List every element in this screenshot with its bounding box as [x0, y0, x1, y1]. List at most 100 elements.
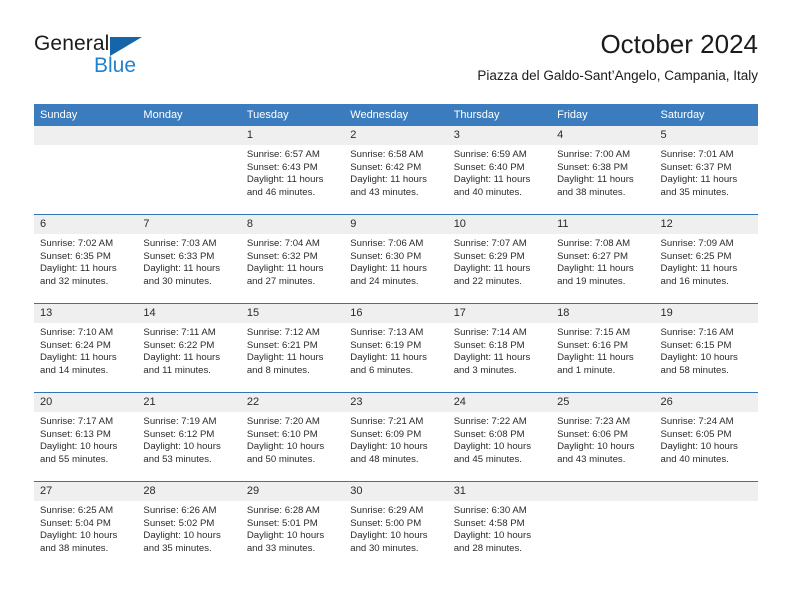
sunset-text: Sunset: 5:01 PM [246, 517, 318, 529]
day-cell-inner: 24 Sunrise: 7:22 AM Sunset: 6:08 PM Dayligh… [447, 393, 552, 481]
day-cell[interactable]: 10 Sunrise: 7:07 AM Sunset: 6:29 PM Dayligh… [447, 214, 552, 304]
sunset-text: Sunset: 6:13 PM [40, 428, 111, 440]
day-cell-empty [551, 481, 655, 570]
day-cell[interactable]: 14 Sunrise: 7:11 AM Sunset: 6:22 PM Dayligh… [137, 303, 241, 393]
weekday-header-wednesday: Wednesday [344, 104, 448, 126]
sunrise-text: Sunrise: 7:06 AM [350, 238, 424, 249]
sunrise-text: Sunrise: 7:07 AM [453, 238, 527, 249]
day-cell[interactable]: 4 Sunrise: 7:00 AM Sunset: 6:38 PM Daylight… [551, 126, 655, 215]
day-cell-inner: 25 Sunrise: 7:23 AM Sunset: 6:06 PM Dayligh… [551, 393, 655, 481]
day-cell-inner: 29 Sunrise: 6:28 AM Sunset: 5:01 PM Dayligh… [240, 482, 345, 570]
day-cell[interactable]: 29 Sunrise: 6:28 AM Sunset: 5:01 PM Dayligh… [240, 481, 345, 570]
sunrise-text: Sunrise: 7:11 AM [143, 327, 216, 338]
day-cell[interactable]: 23 Sunrise: 7:21 AM Sunset: 6:09 PM Dayligh… [344, 392, 448, 482]
weekday-header-friday: Friday [551, 104, 655, 126]
day-details: Sunrise: 7:22 AM Sunset: 6:08 PM Daylight:… [448, 412, 551, 466]
day-number: 12 [654, 215, 758, 234]
day-cell[interactable]: 21 Sunrise: 7:19 AM Sunset: 6:12 PM Dayligh… [137, 392, 241, 482]
sunset-text: Sunset: 6:09 PM [350, 428, 422, 440]
day-cell[interactable]: 7 Sunrise: 7:03 AM Sunset: 6:33 PM Daylight… [137, 214, 241, 304]
day-cell[interactable]: 18 Sunrise: 7:15 AM Sunset: 6:16 PM Dayligh… [551, 303, 655, 393]
day-details: Sunrise: 6:58 AM Sunset: 6:42 PM Daylight:… [344, 145, 447, 199]
day-cell[interactable]: 17 Sunrise: 7:14 AM Sunset: 6:18 PM Dayligh… [447, 303, 552, 393]
day-details: Sunrise: 7:09 AM Sunset: 6:25 PM Daylight:… [655, 234, 758, 288]
sunset-text: Sunset: 6:21 PM [246, 339, 318, 351]
daylight-text: Daylight: 11 hours and 43 minutes. [350, 174, 427, 198]
sunrise-text: Sunrise: 7:00 AM [557, 149, 631, 160]
day-details: Sunrise: 7:16 AM Sunset: 6:15 PM Daylight:… [655, 323, 758, 377]
day-cell[interactable]: 11 Sunrise: 7:08 AM Sunset: 6:27 PM Dayligh… [551, 214, 655, 304]
day-details: Sunrise: 7:24 AM Sunset: 6:05 PM Daylight:… [655, 412, 758, 466]
daylight-text: Daylight: 11 hours and 6 minutes. [350, 352, 427, 376]
day-cell[interactable]: 12 Sunrise: 7:09 AM Sunset: 6:25 PM Dayligh… [654, 214, 758, 304]
day-cell-inner: 10 Sunrise: 7:07 AM Sunset: 6:29 PM Dayligh… [447, 215, 552, 303]
day-cell[interactable]: 31 Sunrise: 6:30 AM Sunset: 4:58 PM Dayligh… [447, 481, 552, 570]
day-cell[interactable]: 16 Sunrise: 7:13 AM Sunset: 6:19 PM Dayligh… [344, 303, 448, 393]
day-cell[interactable]: 9 Sunrise: 7:06 AM Sunset: 6:30 PM Daylight… [344, 214, 448, 304]
sunset-text: Sunset: 6:16 PM [557, 339, 629, 351]
day-details: Sunrise: 6:59 AM Sunset: 6:40 PM Daylight:… [448, 145, 551, 199]
day-cell-inner: 3 Sunrise: 6:59 AM Sunset: 6:40 PM Daylight… [447, 126, 552, 214]
day-details: Sunrise: 6:30 AM Sunset: 4:58 PM Daylight:… [448, 501, 551, 555]
day-cell[interactable]: 15 Sunrise: 7:12 AM Sunset: 6:21 PM Dayligh… [240, 303, 345, 393]
day-details: Sunrise: 7:21 AM Sunset: 6:09 PM Daylight:… [344, 412, 447, 466]
day-cell[interactable]: 25 Sunrise: 7:23 AM Sunset: 6:06 PM Dayligh… [551, 392, 655, 482]
day-cell[interactable]: 2 Sunrise: 6:58 AM Sunset: 6:42 PM Daylight… [344, 126, 448, 215]
day-cell-inner: 18 Sunrise: 7:15 AM Sunset: 6:16 PM Dayligh… [551, 304, 655, 392]
day-cell[interactable]: 26 Sunrise: 7:24 AM Sunset: 6:05 PM Dayligh… [654, 392, 758, 482]
day-details: Sunrise: 7:08 AM Sunset: 6:27 PM Daylight:… [551, 234, 654, 288]
day-details: Sunrise: 7:19 AM Sunset: 6:12 PM Daylight:… [137, 412, 240, 466]
daylight-text: Daylight: 11 hours and 19 minutes. [557, 263, 634, 287]
day-cell-inner: 8 Sunrise: 7:04 AM Sunset: 6:32 PM Daylight… [240, 215, 345, 303]
sunset-text: Sunset: 5:00 PM [350, 517, 422, 529]
day-cell[interactable]: 8 Sunrise: 7:04 AM Sunset: 6:32 PM Daylight… [240, 214, 345, 304]
day-cell[interactable]: 27 Sunrise: 6:25 AM Sunset: 5:04 PM Dayligh… [34, 481, 138, 570]
sunrise-text: Sunrise: 7:21 AM [350, 416, 424, 427]
day-cell[interactable]: 6 Sunrise: 7:02 AM Sunset: 6:35 PM Daylight… [34, 214, 138, 304]
sunrise-text: Sunrise: 7:19 AM [143, 416, 217, 427]
day-cell-inner: 12 Sunrise: 7:09 AM Sunset: 6:25 PM Dayligh… [654, 215, 758, 303]
day-details: Sunrise: 6:29 AM Sunset: 5:00 PM Daylight:… [344, 501, 447, 555]
sunrise-text: Sunrise: 6:29 AM [350, 505, 424, 516]
daylight-text: Daylight: 11 hours and 3 minutes. [453, 352, 531, 376]
daylight-text: Daylight: 10 hours and 35 minutes. [143, 530, 221, 554]
sunrise-text: Sunrise: 7:22 AM [453, 416, 527, 427]
day-cell[interactable]: 22 Sunrise: 7:20 AM Sunset: 6:10 PM Dayligh… [240, 392, 345, 482]
sunrise-text: Sunrise: 6:59 AM [453, 149, 527, 160]
day-number: 26 [654, 393, 758, 412]
day-cell-inner: 2 Sunrise: 6:58 AM Sunset: 6:42 PM Daylight… [344, 126, 448, 214]
day-cell[interactable]: 28 Sunrise: 6:26 AM Sunset: 5:02 PM Dayligh… [137, 481, 241, 570]
day-cell[interactable]: 30 Sunrise: 6:29 AM Sunset: 5:00 PM Dayligh… [344, 481, 448, 570]
day-cell[interactable]: 3 Sunrise: 6:59 AM Sunset: 6:40 PM Daylight… [447, 126, 552, 215]
day-cell[interactable]: 1 Sunrise: 6:57 AM Sunset: 6:43 PM Daylight… [240, 126, 345, 215]
sunrise-text: Sunrise: 7:13 AM [350, 327, 424, 338]
day-number [137, 126, 241, 145]
day-number: 9 [344, 215, 448, 234]
day-number: 4 [551, 126, 655, 145]
day-cell-inner: 1 Sunrise: 6:57 AM Sunset: 6:43 PM Daylight… [240, 126, 345, 214]
daylight-text: Daylight: 10 hours and 55 minutes. [40, 441, 118, 465]
day-number: 21 [137, 393, 241, 412]
day-cell[interactable]: 20 Sunrise: 7:17 AM Sunset: 6:13 PM Dayligh… [34, 392, 138, 482]
daylight-text: Daylight: 10 hours and 33 minutes. [246, 530, 325, 554]
day-number: 3 [447, 126, 552, 145]
day-cell-inner: 15 Sunrise: 7:12 AM Sunset: 6:21 PM Dayligh… [240, 304, 345, 392]
day-cell[interactable]: 24 Sunrise: 7:22 AM Sunset: 6:08 PM Dayligh… [447, 392, 552, 482]
day-number: 5 [654, 126, 758, 145]
sunrise-text: Sunrise: 7:03 AM [143, 238, 217, 249]
day-cell[interactable]: 19 Sunrise: 7:16 AM Sunset: 6:15 PM Dayligh… [654, 303, 758, 393]
daylight-text: Daylight: 10 hours and 45 minutes. [453, 441, 532, 465]
logo-text-general: General [34, 32, 110, 55]
day-cell-inner: 11 Sunrise: 7:08 AM Sunset: 6:27 PM Dayligh… [551, 215, 655, 303]
daylight-text: Daylight: 11 hours and 22 minutes. [453, 263, 531, 287]
sunset-text: Sunset: 6:10 PM [246, 428, 318, 440]
daylight-text: Daylight: 11 hours and 14 minutes. [40, 352, 117, 376]
day-cell[interactable]: 5 Sunrise: 7:01 AM Sunset: 6:37 PM Daylight… [654, 126, 758, 215]
weekday-header-tuesday: Tuesday [240, 104, 345, 126]
day-cell-inner: 5 Sunrise: 7:01 AM Sunset: 6:37 PM Daylight… [654, 126, 758, 214]
day-cell[interactable]: 13 Sunrise: 7:10 AM Sunset: 6:24 PM Dayligh… [34, 303, 138, 393]
daylight-text: Daylight: 11 hours and 40 minutes. [453, 174, 531, 198]
day-cell-empty [34, 126, 138, 215]
page-title: October 2024 [600, 29, 758, 59]
day-cell-inner: 7 Sunrise: 7:03 AM Sunset: 6:33 PM Daylight… [137, 215, 241, 303]
